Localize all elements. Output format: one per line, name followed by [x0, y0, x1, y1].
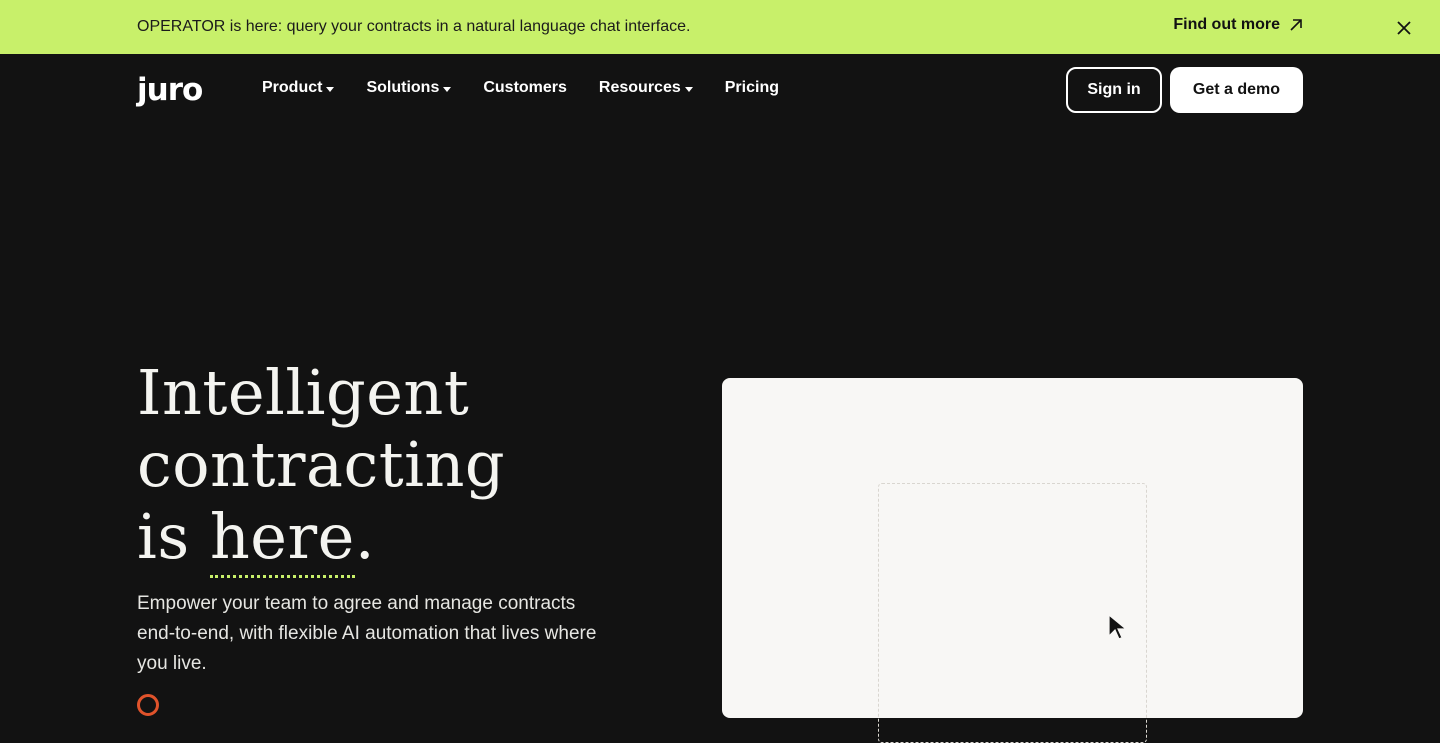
find-out-more-label: Find out more — [1173, 16, 1280, 33]
hero-title-line1: Intelligent — [137, 356, 470, 429]
caret-down-icon — [684, 86, 693, 92]
caret-down-icon — [443, 86, 452, 92]
announcement-bar: OPERATOR is here: query your contracts i… — [0, 0, 1440, 54]
juro-logo[interactable]: juro — [137, 75, 203, 106]
hero-title-line2: contracting — [137, 428, 506, 501]
nav-item-label: Resources — [598, 79, 681, 96]
close-icon[interactable] — [1396, 20, 1412, 36]
find-out-more-link[interactable]: Find out more — [1173, 16, 1304, 34]
dashed-placeholder — [878, 483, 1147, 743]
decorative-circle — [137, 694, 159, 716]
nav-item-resources[interactable]: Resources — [599, 79, 693, 97]
arrow-up-right-icon — [1290, 19, 1302, 31]
product-demo-panel — [722, 378, 1303, 743]
get-a-demo-button[interactable]: Get a demo — [1170, 67, 1303, 113]
mouse-cursor-icon — [1108, 614, 1128, 640]
nav-item-customers[interactable]: Customers — [483, 79, 567, 97]
caret-down-icon — [326, 86, 335, 92]
hero-title: Intelligent contracting is here. — [137, 356, 657, 578]
hero-subtitle: Empower your team to agree and manage co… — [137, 593, 597, 674]
hero-title-line3-prefix: is — [137, 500, 210, 573]
nav-item-pricing[interactable]: Pricing — [725, 79, 779, 97]
nav-item-product[interactable]: Product — [262, 79, 335, 97]
sign-in-button[interactable]: Sign in — [1066, 67, 1162, 113]
hero-title-highlight: here — [209, 500, 355, 578]
nav-menu: Product Solutions Customers Resources Pr… — [262, 79, 811, 97]
hero-title-line3-suffix: . — [354, 500, 376, 573]
nav-item-label: Solutions — [366, 79, 440, 96]
nav-item-label: Pricing — [724, 79, 779, 96]
announcement-text: OPERATOR is here: query your contracts i… — [137, 18, 691, 35]
nav-item-solutions[interactable]: Solutions — [366, 79, 452, 97]
nav-item-label: Product — [262, 79, 323, 96]
nav-item-label: Customers — [483, 79, 567, 96]
main-nav: juro Product Solutions Customers Resourc… — [0, 54, 1440, 126]
